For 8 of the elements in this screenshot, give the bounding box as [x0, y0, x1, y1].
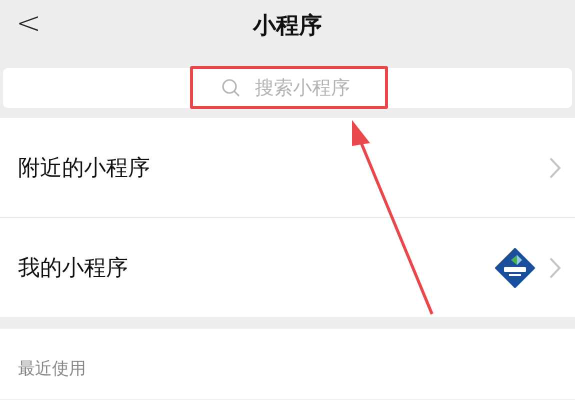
back-button[interactable]: < [10, 6, 48, 41]
section-heading: 最近使用 [18, 358, 86, 380]
search-field[interactable]: 搜索小程序 [3, 68, 572, 108]
page-title: 小程序 [253, 12, 322, 40]
chevron-icon [549, 156, 561, 178]
chevron-icon [549, 256, 561, 278]
store-logo-icon [495, 248, 535, 288]
menu-item[interactable]: 我的小程序 [0, 218, 575, 317]
